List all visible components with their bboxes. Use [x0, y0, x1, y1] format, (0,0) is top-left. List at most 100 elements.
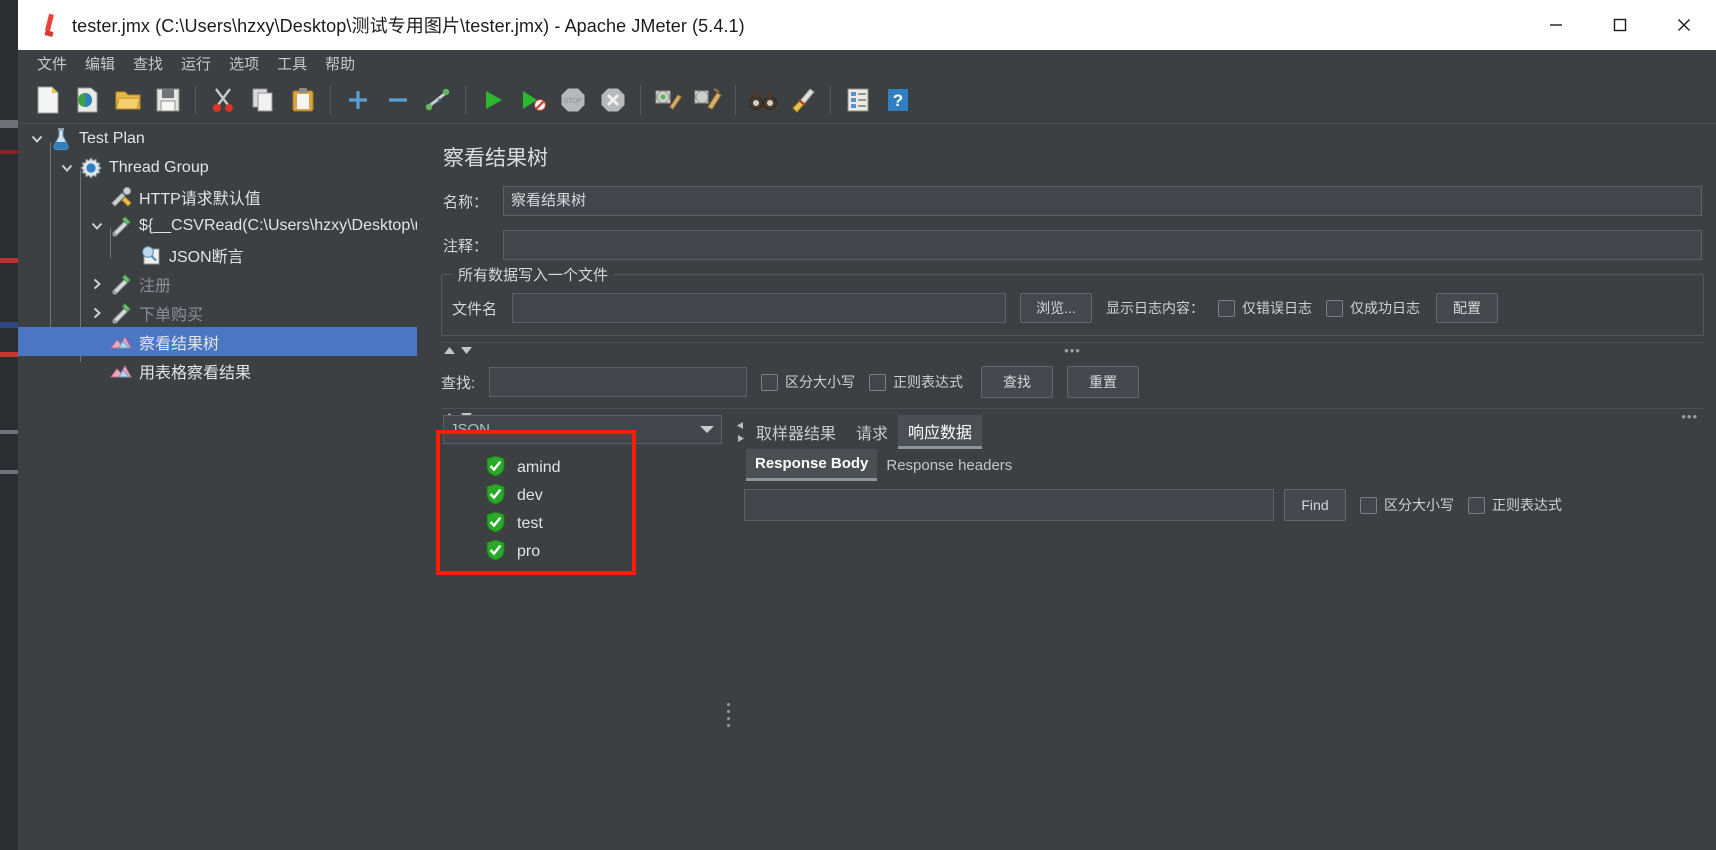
menu-file[interactable]: 文件: [28, 51, 76, 76]
function-helper-icon[interactable]: [841, 80, 875, 120]
tree-node-view-results-table[interactable]: 用表格察看结果: [18, 356, 417, 385]
search-button[interactable]: 查找: [981, 366, 1053, 398]
close-button[interactable]: [1652, 0, 1716, 50]
tree-node-thread-group[interactable]: Thread Group: [18, 153, 417, 182]
search-input[interactable]: [489, 367, 747, 397]
filename-input[interactable]: [512, 293, 1006, 323]
result-item-dev[interactable]: dev: [485, 482, 724, 510]
reset-search-icon[interactable]: [786, 80, 820, 120]
new-icon[interactable]: [31, 80, 65, 120]
tree-toggle[interactable]: [86, 211, 108, 240]
minimize-button[interactable]: [1524, 0, 1588, 50]
search-case-sensitive-wrap[interactable]: 区分大小写: [761, 372, 855, 392]
errors-only-label: 仅错误日志: [1242, 300, 1312, 316]
tree-node-json-assertion[interactable]: JSON断言: [18, 240, 417, 269]
tree-toggle-placeholder: [86, 327, 108, 356]
open-icon[interactable]: [111, 80, 145, 120]
name-input[interactable]: 察看结果树: [503, 186, 1702, 216]
configure-button[interactable]: 配置: [1436, 293, 1498, 323]
menu-help[interactable]: 帮助: [316, 51, 364, 76]
window-title: tester.jmx (C:\Users\hzxy\Desktop\测试专用图片…: [72, 16, 745, 36]
search-regex-wrap[interactable]: 正则表达式: [869, 372, 963, 392]
find-case-sensitive-wrap[interactable]: 区分大小写: [1360, 495, 1454, 515]
clear-all-icon[interactable]: [691, 80, 725, 120]
results-vertical-divider[interactable]: [724, 415, 734, 850]
tree-node-test-plan[interactable]: Test Plan: [18, 124, 417, 153]
menu-tools[interactable]: 工具: [268, 51, 316, 76]
toggle-icon[interactable]: [421, 80, 455, 120]
menu-run[interactable]: 运行: [172, 51, 220, 76]
errors-only-checkbox[interactable]: [1218, 299, 1235, 317]
result-item-label: amind: [517, 459, 561, 476]
cut-icon[interactable]: [206, 80, 240, 120]
response-body-text[interactable]: [744, 525, 1716, 850]
tree-toggle[interactable]: [56, 153, 78, 182]
tree-node-label: Thread Group: [109, 158, 209, 176]
start-no-pauses-icon[interactable]: [516, 80, 550, 120]
tree-toggle[interactable]: [26, 124, 48, 153]
tree-node-place-order[interactable]: 下单购买: [18, 298, 417, 327]
menu-search[interactable]: 查找: [124, 51, 172, 76]
results-list[interactable]: amind dev test pro: [441, 454, 724, 566]
search-reset-button[interactable]: 重置: [1067, 366, 1139, 398]
find-input[interactable]: [744, 489, 1274, 521]
find-regex-wrap[interactable]: 正则表达式: [1468, 495, 1562, 515]
result-item-pro[interactable]: pro: [485, 538, 724, 566]
splitter-arrows[interactable]: [441, 345, 473, 356]
chevron-down-icon: [31, 135, 43, 143]
tab-response-data[interactable]: 响应数据: [898, 415, 983, 449]
tree-node-http-defaults[interactable]: HTTP请求默认值: [18, 182, 417, 211]
tree-toggle-placeholder: [86, 182, 108, 211]
window-titlebar: tester.jmx (C:\Users\hzxy\Desktop\测试专用图片…: [18, 0, 1716, 50]
renderer-combo[interactable]: JSON: [443, 415, 722, 444]
tab-sampler-result[interactable]: 取样器结果: [746, 415, 846, 449]
chevron-right-icon: [93, 278, 101, 289]
clear-icon[interactable]: [651, 80, 685, 120]
subtab-response-body[interactable]: Response Body: [746, 449, 878, 481]
splitter-top[interactable]: •••: [441, 342, 1704, 358]
success-only-checkbox-wrap[interactable]: 仅成功日志: [1326, 298, 1420, 318]
write-all-data-group-title: 所有数据写入一个文件: [452, 264, 615, 285]
menu-options[interactable]: 选项: [220, 51, 268, 76]
paste-icon[interactable]: [286, 80, 320, 120]
result-item-amind[interactable]: amind: [485, 454, 724, 482]
maximize-button[interactable]: [1588, 0, 1652, 50]
result-item-test[interactable]: test: [485, 510, 724, 538]
tree-node-view-results-tree[interactable]: 察看结果树: [18, 327, 417, 356]
collapse-all-icon[interactable]: [381, 80, 415, 120]
expand-all-icon[interactable]: [341, 80, 375, 120]
save-icon[interactable]: [151, 80, 185, 120]
errors-only-checkbox-wrap[interactable]: 仅错误日志: [1218, 298, 1312, 318]
tab-scroll-controls[interactable]: [734, 415, 746, 449]
stop-icon[interactable]: STOP: [556, 80, 590, 120]
search-case-sensitive-checkbox[interactable]: [761, 373, 778, 391]
tree-toggle[interactable]: [86, 298, 108, 327]
right-edge-filler: [1708, 124, 1716, 850]
tree-node-register[interactable]: 注册: [18, 269, 417, 298]
tree-toggle[interactable]: [86, 269, 108, 298]
find-button[interactable]: Find: [1284, 489, 1346, 521]
splitter-dots[interactable]: •••: [1064, 343, 1081, 358]
find-case-sensitive-checkbox[interactable]: [1360, 496, 1377, 514]
search-icon[interactable]: [746, 80, 780, 120]
result-tabstrip: 取样器结果 请求 响应数据: [734, 415, 1716, 449]
test-plan-tree[interactable]: Test Plan Thread Group HTTP请求默认值 ${__CSVRea…: [18, 124, 417, 850]
success-only-checkbox[interactable]: [1326, 299, 1343, 317]
subtab-response-headers[interactable]: Response headers: [877, 449, 1021, 481]
browse-button[interactable]: 浏览...: [1020, 293, 1092, 323]
divider-grip[interactable]: [727, 703, 731, 731]
tab-request[interactable]: 请求: [846, 415, 898, 449]
name-field-row: 名称： 察看结果树: [429, 186, 1716, 216]
copy-icon[interactable]: [246, 80, 280, 120]
templates-icon[interactable]: [71, 80, 105, 120]
shutdown-icon[interactable]: [596, 80, 630, 120]
search-regex-checkbox[interactable]: [869, 373, 886, 391]
chevron-down-icon[interactable]: [699, 421, 715, 439]
find-regex-checkbox[interactable]: [1468, 496, 1485, 514]
comment-input[interactable]: [503, 230, 1702, 260]
tree-node-csvread-sampler[interactable]: ${__CSVRead(C:\Users\hzxy\Desktop\use: [18, 211, 417, 240]
menu-edit[interactable]: 编辑: [76, 51, 124, 76]
json-assertion-icon: [138, 242, 164, 268]
help-icon[interactable]: ?: [881, 80, 915, 120]
start-icon[interactable]: [476, 80, 510, 120]
